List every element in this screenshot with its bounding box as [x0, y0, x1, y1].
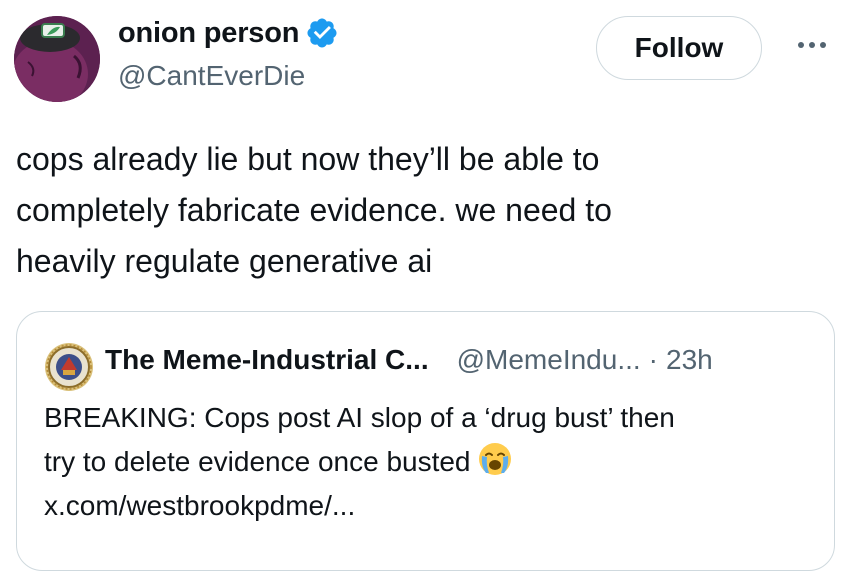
- quoted-display-name[interactable]: The Meme-Industrial C...: [105, 344, 429, 376]
- more-options-icon[interactable]: [792, 30, 832, 60]
- author-handle[interactable]: @CantEverDie: [118, 60, 305, 92]
- loudly-crying-face-icon: [477, 441, 513, 477]
- author-avatar[interactable]: [14, 16, 100, 102]
- more-dot: [809, 42, 815, 48]
- verified-badge-icon[interactable]: [305, 16, 339, 50]
- quoted-text-line: BREAKING: Cops post AI slop of a ‘drug b…: [44, 402, 675, 433]
- quoted-header: The Meme-Industrial C... @MemeIndu... · …: [105, 344, 713, 376]
- onion-character-avatar-icon: [14, 16, 100, 102]
- tweet-text: cops already lie but now they’ll be able…: [16, 141, 612, 279]
- author-display-name[interactable]: onion person: [118, 17, 299, 50]
- author-name-row: onion person: [118, 16, 339, 50]
- quoted-timestamp[interactable]: 23h: [666, 344, 713, 376]
- quoted-text-line: try to delete evidence once busted: [44, 446, 471, 477]
- quoted-text-line-with-emoji: try to delete evidence once busted: [44, 440, 824, 484]
- quoted-tweet-text: BREAKING: Cops post AI slop of a ‘drug b…: [44, 396, 824, 528]
- quoted-author-avatar[interactable]: [44, 342, 94, 392]
- follow-button[interactable]: Follow: [596, 16, 762, 80]
- separator-dot: ·: [648, 344, 658, 375]
- seal-emblem-icon: [45, 343, 93, 391]
- quoted-link[interactable]: x.com/westbrookpdme/...: [44, 484, 824, 528]
- more-dot: [820, 42, 826, 48]
- quoted-handle[interactable]: @MemeIndu...: [457, 344, 641, 376]
- quoted-tweet-card[interactable]: The Meme-Industrial C... @MemeIndu... · …: [16, 311, 835, 571]
- more-dot: [798, 42, 804, 48]
